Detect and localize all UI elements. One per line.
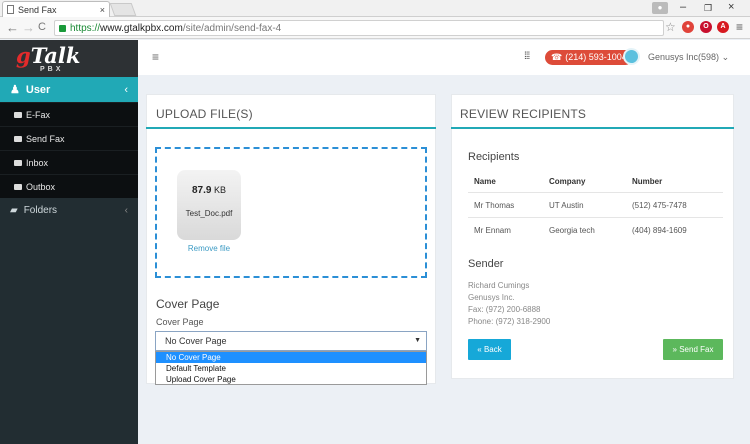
sender-heading: Sender: [468, 258, 504, 270]
table-divider: [468, 192, 723, 193]
option-default-template[interactable]: Default Template: [156, 363, 426, 374]
url-path: /site/admin/send-fax-4: [182, 22, 282, 34]
cover-page-select[interactable]: No Cover Page ▼: [155, 331, 427, 351]
upload-panel-title: UPLOAD FILE(S): [156, 107, 253, 121]
sidebar-item-label: E-Fax: [26, 109, 51, 120]
recipient-name: Mr Ennam: [474, 226, 511, 235]
sidebar-item-label: Inbox: [26, 157, 49, 168]
account-menu[interactable]: Genusys Inc(598) ⌄: [648, 52, 729, 63]
review-panel-title: REVIEW RECIPIENTS: [460, 107, 587, 121]
fax-icon: [14, 111, 22, 118]
lock-icon: [59, 24, 66, 32]
file-preview: [177, 170, 241, 240]
option-no-cover-page[interactable]: No Cover Page: [156, 352, 426, 363]
chevron-left-icon: ‹: [124, 204, 128, 216]
remove-file-link[interactable]: Remove file: [177, 244, 241, 253]
sidebar-toggle-icon[interactable]: ≡: [152, 50, 159, 64]
folder-icon: [14, 159, 22, 166]
folder-icon: [14, 183, 22, 190]
sidebar-item-user[interactable]: ♟ User ‹: [0, 77, 138, 102]
sidebar-item-efax[interactable]: E-Fax: [0, 102, 138, 126]
apps-grid-icon[interactable]: ⁞⁞⁞: [524, 51, 530, 62]
cover-page-heading: Cover Page: [156, 297, 220, 311]
sidebar-item-inbox[interactable]: Inbox: [0, 150, 138, 174]
sidebar-item-label: Folders: [23, 204, 58, 216]
phone-number: (214) 593-1004: [565, 52, 627, 62]
sender-name: Richard Cumings: [468, 281, 530, 290]
folder-icon: ▰: [10, 204, 18, 216]
file-size: 87.9 KB: [192, 185, 226, 196]
browser-tab-title: Send Fax: [18, 4, 57, 15]
send-fax-button[interactable]: » Send Fax: [663, 339, 723, 360]
opera-icon[interactable]: O: [700, 21, 712, 33]
sidebar-item-label: User: [25, 83, 51, 96]
url-field[interactable]: https://www.gtalkpbx.com/site/admin/send…: [54, 20, 664, 36]
chevron-left-icon: ‹: [124, 83, 128, 96]
review-panel-divider: [451, 127, 734, 129]
sidebar-item-folders[interactable]: ▰ Folders ‹: [0, 197, 138, 223]
browser-menu-icon[interactable]: ≡: [736, 20, 743, 34]
address-bar-row: ← → C https://www.gtalkpbx.com/site/admi…: [0, 17, 750, 39]
option-upload-cover-page[interactable]: Upload Cover Page: [156, 374, 426, 385]
column-header-company: Company: [549, 177, 586, 186]
url-protocol: https://: [70, 22, 101, 34]
recipients-heading: Recipients: [468, 151, 520, 163]
maximize-icon[interactable]: ❐: [704, 3, 712, 14]
review-panel: [451, 94, 734, 379]
upload-panel-divider: [146, 127, 436, 129]
adblock-icon[interactable]: A: [717, 21, 729, 33]
document-icon: [7, 5, 14, 14]
sender-fax: Fax: (972) 200-6888: [468, 305, 541, 314]
sidebar-item-label: Outbox: [26, 181, 56, 192]
browser-tab-bar: Send Fax × ● – ❐ ×: [0, 0, 750, 17]
browser-tab[interactable]: Send Fax ×: [2, 1, 110, 17]
recipient-number: (404) 894-1609: [632, 226, 687, 235]
recipient-number: (512) 475-7478: [632, 201, 687, 210]
column-header-name: Name: [474, 177, 496, 186]
reload-icon[interactable]: C: [38, 21, 46, 33]
recipient-company: Georgia tech: [549, 226, 595, 235]
headset-icon: ☎: [551, 52, 563, 62]
profile-icon[interactable]: ●: [652, 2, 668, 14]
back-arrow-icon[interactable]: ←: [6, 20, 19, 35]
new-tab-button[interactable]: [109, 3, 137, 16]
phone-number-badge[interactable]: ☎ (214) 593-1004: [545, 50, 633, 65]
minimize-icon[interactable]: –: [680, 1, 686, 13]
sidebar-item-label: Send Fax: [26, 133, 65, 144]
file-name: Test_Doc.pdf: [185, 209, 233, 218]
close-tab-icon[interactable]: ×: [100, 5, 105, 15]
avatar[interactable]: [623, 48, 640, 65]
close-window-icon[interactable]: ×: [728, 1, 734, 13]
logo-wordmark: gTalk: [16, 43, 81, 68]
extension-icon[interactable]: ●: [682, 21, 694, 33]
sidebar-item-send-fax[interactable]: Send Fax: [0, 126, 138, 150]
fax-icon: [14, 135, 22, 142]
user-icon: ♟: [10, 84, 20, 96]
column-header-number: Number: [632, 177, 663, 186]
recipient-company: UT Austin: [549, 201, 584, 210]
url-host: www.gtalkpbx.com: [100, 22, 183, 34]
cover-page-label: Cover Page: [156, 317, 204, 327]
dropdown-arrow-icon: ▼: [414, 337, 421, 344]
sender-phone: Phone: (972) 318-2900: [468, 317, 551, 326]
logo-pbx: PBX: [40, 66, 64, 73]
selected-value: No Cover Page: [165, 336, 227, 346]
logo[interactable]: gTalk PBX: [0, 40, 138, 77]
cover-page-options: No Cover Page Default Template Upload Co…: [155, 351, 427, 385]
sender-company: Genusys Inc.: [468, 293, 515, 302]
chevron-down-icon: ⌄: [721, 52, 730, 62]
back-button[interactable]: « Back: [468, 339, 511, 360]
sidebar-item-outbox[interactable]: Outbox: [0, 174, 138, 198]
recipient-name: Mr Thomas: [474, 201, 515, 210]
table-divider: [468, 217, 723, 218]
forward-arrow-icon[interactable]: →: [22, 20, 35, 35]
bookmark-star-icon[interactable]: ☆: [665, 20, 676, 34]
